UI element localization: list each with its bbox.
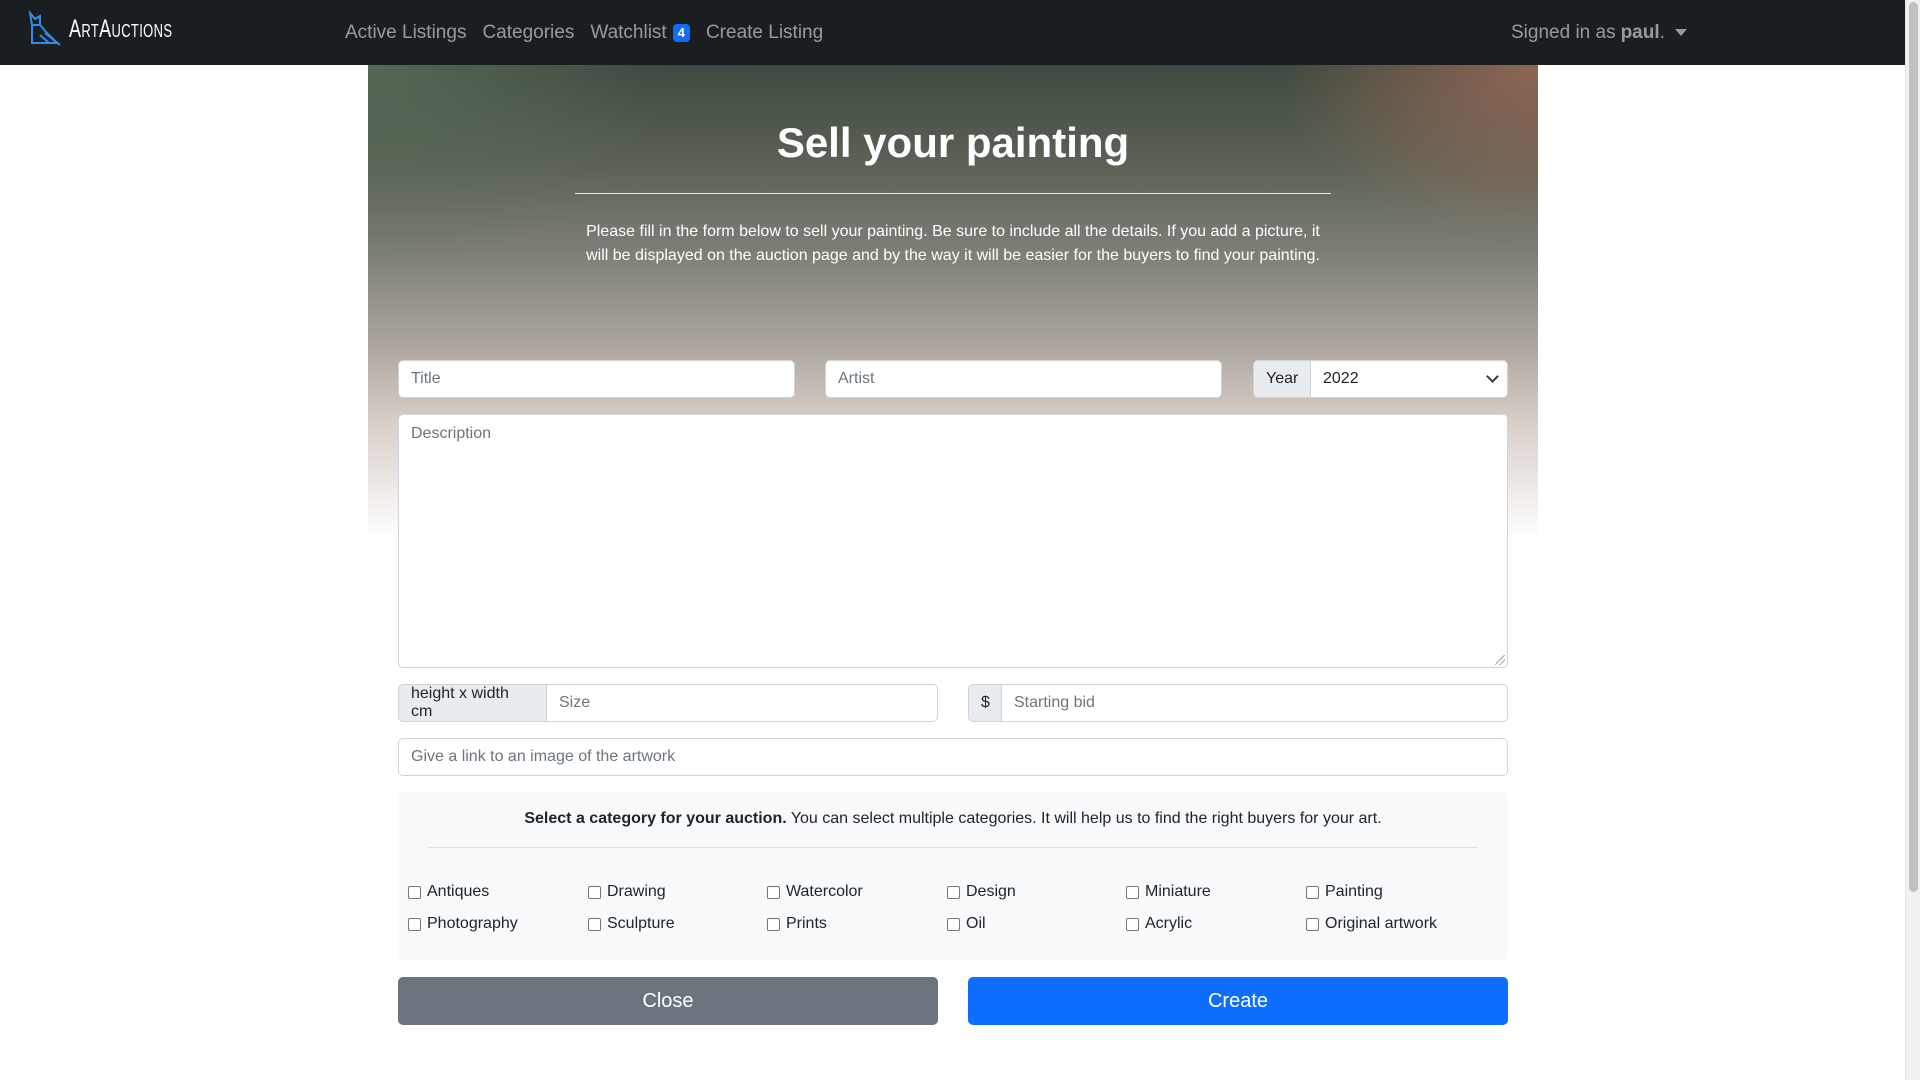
chevron-down-icon xyxy=(1486,370,1499,383)
category-label: Acrylic xyxy=(1145,915,1193,932)
category-label: Watercolor xyxy=(786,883,863,900)
category-instructions-rest: You can select multiple categories. It w… xyxy=(786,810,1382,827)
category-label: Antiques xyxy=(427,883,490,900)
category-label: Oil xyxy=(966,915,986,932)
image-link-placeholder: Give a link to an image of the artwork xyxy=(411,748,676,765)
category-label: Prints xyxy=(786,915,827,932)
checkbox[interactable] xyxy=(588,917,601,931)
category-acrylic[interactable]: Acrylic xyxy=(1126,915,1192,933)
category-drawing[interactable]: Drawing xyxy=(588,883,666,901)
category-painting[interactable]: Painting xyxy=(1306,883,1383,901)
description-textarea[interactable]: Description xyxy=(398,414,1508,668)
artist-input[interactable]: Artist xyxy=(825,360,1222,398)
category-label: Miniature xyxy=(1145,883,1211,900)
checkbox[interactable] xyxy=(947,885,960,899)
checkbox[interactable] xyxy=(947,917,960,931)
caret-down-icon xyxy=(1674,29,1687,36)
brand-logo[interactable]: ArtAuctions xyxy=(27,11,213,47)
nav-links: Active Listings Categories Watchlist 4 C… xyxy=(345,0,839,65)
category-label: Original artwork xyxy=(1325,915,1438,932)
nav-watchlist-label: Watchlist xyxy=(590,21,667,43)
category-photography[interactable]: Photography xyxy=(408,915,518,933)
checkbox[interactable] xyxy=(1126,885,1139,899)
category-design[interactable]: Design xyxy=(947,883,1016,901)
checkbox[interactable] xyxy=(588,885,601,899)
hero-divider xyxy=(575,193,1331,194)
year-label: Year xyxy=(1253,360,1311,398)
description-placeholder: Description xyxy=(411,425,492,442)
signed-in-suffix: . xyxy=(1659,21,1665,43)
checkbox[interactable] xyxy=(408,917,421,931)
year-select[interactable]: 2022 xyxy=(1311,360,1508,398)
year-value: 2022 xyxy=(1323,370,1359,387)
page-title: Sell your painting xyxy=(776,119,1130,166)
nav-active-listings[interactable]: Active Listings xyxy=(345,22,466,44)
checkbox[interactable] xyxy=(767,885,780,899)
category-divider xyxy=(428,847,1478,848)
category-miniature[interactable]: Miniature xyxy=(1126,883,1211,901)
title-placeholder: Title xyxy=(411,370,441,387)
category-oil[interactable]: Oil xyxy=(947,915,986,933)
category-panel: Select a category for your auction. You … xyxy=(398,792,1508,960)
category-label: Sculpture xyxy=(607,915,675,932)
hero-description: Please fill in the form below to sell yo… xyxy=(586,223,1320,264)
category-prints[interactable]: Prints xyxy=(767,915,827,933)
scrollbar-thumb[interactable] xyxy=(1909,2,1918,892)
title-input[interactable]: Title xyxy=(398,360,795,398)
category-label: Design xyxy=(966,883,1016,900)
watchlist-count-badge: 4 xyxy=(672,23,690,42)
checkbox[interactable] xyxy=(408,885,421,899)
signed-in-prefix: Signed in as xyxy=(1511,21,1616,43)
category-watercolor[interactable]: Watercolor xyxy=(767,883,863,901)
category-instructions: Select a category for your auction. You … xyxy=(398,810,1508,828)
artist-placeholder: Artist xyxy=(838,370,875,387)
page: ArtAuctions Active Listings Categories W… xyxy=(0,0,1920,1080)
year-group: Year 2022 xyxy=(1253,360,1508,398)
bid-group: $ Starting bid xyxy=(968,684,1508,722)
category-original-artwork[interactable]: Original artwork xyxy=(1306,915,1437,933)
checkbox[interactable] xyxy=(767,917,780,931)
size-unit-label: height x width cm xyxy=(398,684,547,722)
image-link-input[interactable]: Give a link to an image of the artwork xyxy=(398,738,1508,776)
category-instructions-bold: Select a category for your auction. xyxy=(524,810,787,827)
user-menu-dropdown[interactable]: Signed in as paul . xyxy=(1511,0,1687,65)
create-button[interactable]: Create xyxy=(968,977,1508,1025)
navbar: ArtAuctions Active Listings Categories W… xyxy=(0,0,1905,65)
checkbox[interactable] xyxy=(1306,885,1319,899)
category-label: Photography xyxy=(427,915,518,932)
category-sculpture[interactable]: Sculpture xyxy=(588,915,675,933)
username: paul xyxy=(1620,21,1660,43)
category-label: Drawing xyxy=(607,883,666,900)
brand-name: ArtAuctions xyxy=(69,14,173,43)
nav-watchlist[interactable]: Watchlist 4 xyxy=(590,22,690,44)
vertical-scrollbar[interactable] xyxy=(1905,0,1920,1080)
nav-create-listing[interactable]: Create Listing xyxy=(706,22,823,44)
size-placeholder: Size xyxy=(559,694,591,711)
nav-categories[interactable]: Categories xyxy=(482,22,574,44)
category-label: Painting xyxy=(1325,883,1383,900)
size-input[interactable]: Size xyxy=(547,684,938,722)
category-antiques[interactable]: Antiques xyxy=(408,883,489,901)
checkbox[interactable] xyxy=(1126,917,1139,931)
starting-bid-input[interactable]: Starting bid xyxy=(1002,684,1508,722)
close-button[interactable]: Close xyxy=(398,977,938,1025)
checkbox[interactable] xyxy=(1306,917,1319,931)
resize-handle-icon[interactable] xyxy=(1495,655,1505,665)
size-group: height x width cm Size xyxy=(398,684,938,722)
cat-logo-icon xyxy=(28,11,61,46)
bid-placeholder: Starting bid xyxy=(1014,694,1095,711)
currency-label: $ xyxy=(968,684,1002,722)
